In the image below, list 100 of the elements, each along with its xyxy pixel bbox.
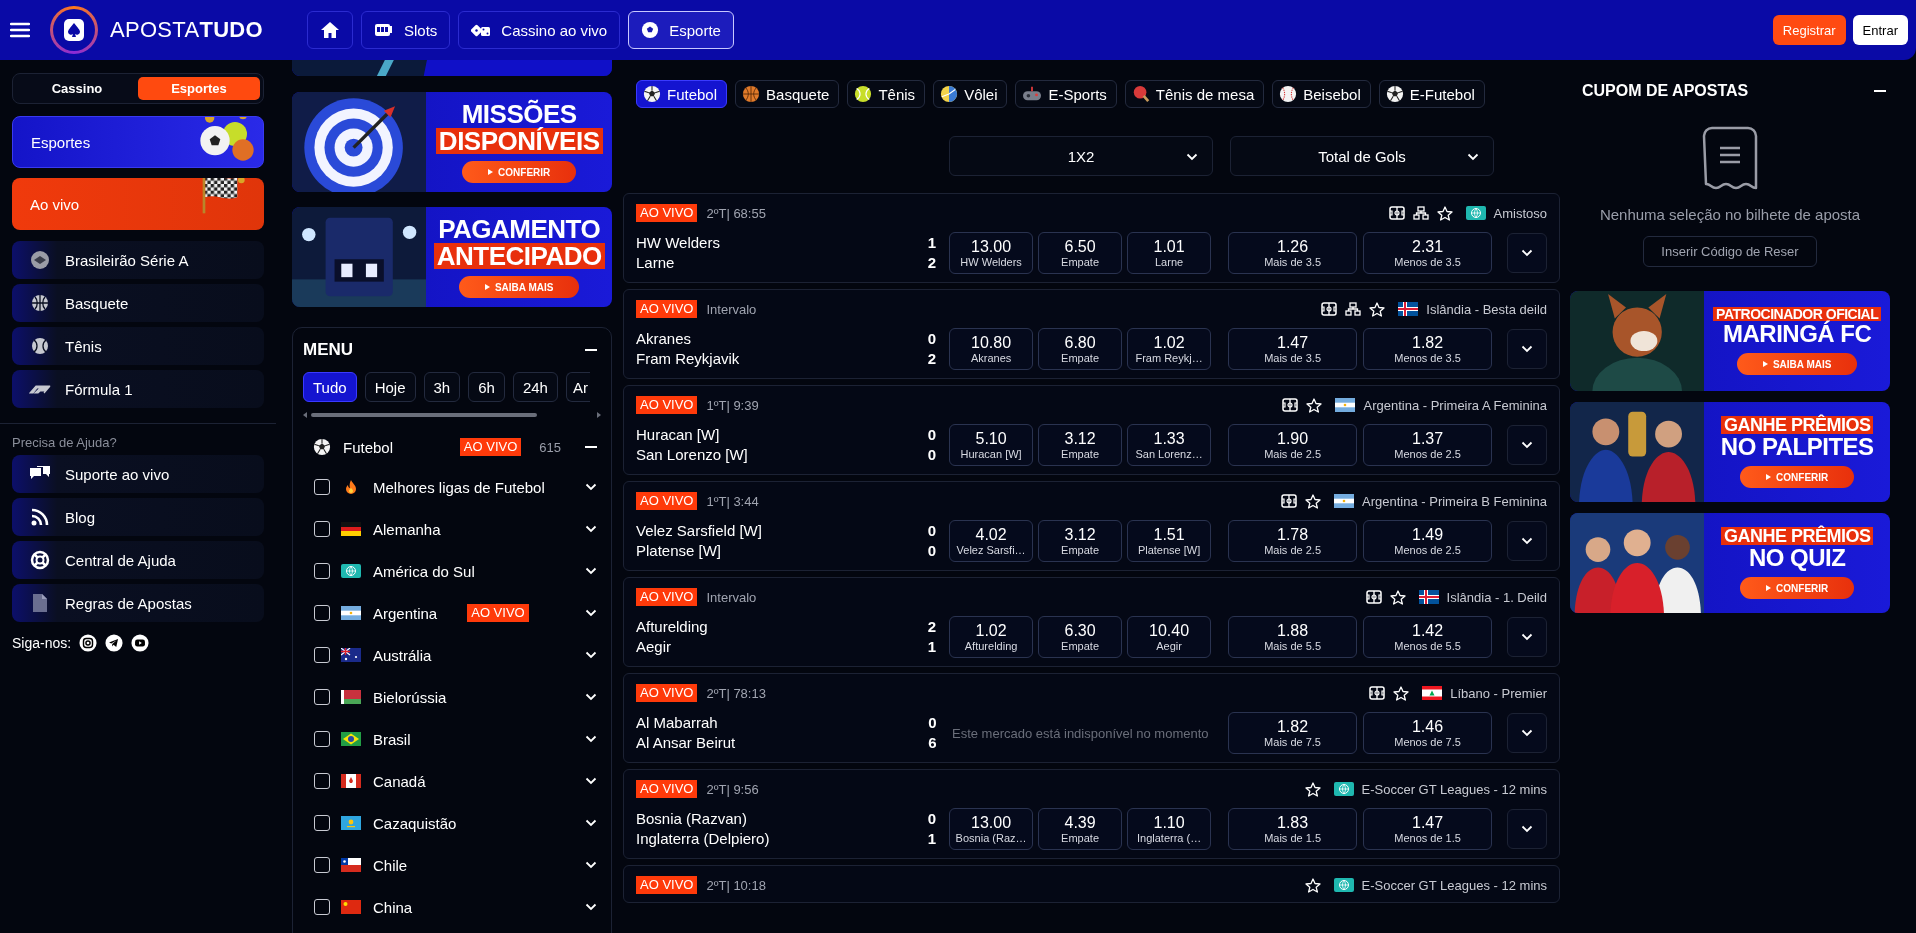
odds-button[interactable]: 2.31 Menos de 3.5 <box>1363 232 1493 274</box>
league-name[interactable]: Argentina - Primeira A Feminina <box>1363 397 1547 413</box>
sport-tab[interactable]: Basquete <box>735 80 840 108</box>
promo-banner[interactable]: GANHE PRÊMIOS NO QUIZ CONFERIR <box>1570 513 1890 613</box>
pitch-icon[interactable] <box>1282 397 1299 412</box>
pitch-icon[interactable] <box>1369 685 1386 700</box>
odds-button[interactable]: 6.50 Empate <box>1038 232 1123 274</box>
checkbox[interactable] <box>314 605 330 621</box>
sidebar-item[interactable]: Suporte ao vivo <box>12 455 264 493</box>
pitch-icon[interactable] <box>1321 301 1338 316</box>
odds-button[interactable]: 3.12 Empate <box>1038 424 1123 466</box>
sport-tab[interactable]: E-Sports <box>1015 80 1117 108</box>
odds-button[interactable]: 1.83 Mais de 1.5 <box>1228 808 1358 850</box>
odds-button[interactable]: 1.46 Menos de 7.5 <box>1363 712 1493 754</box>
event-card[interactable]: AO VIVO 1ºT| 3:44 Argentina - Primeira B Feminina Velez Sarsfield [W] 0 Platense [W] 0 4.02 Velez Sarsfi… 3.12 Empate 1.51 Platense [W] 1.78 Mais de 2.5 1.49 Menos de 2.5 <box>623 481 1560 571</box>
checkbox[interactable] <box>314 479 330 495</box>
star-icon[interactable] <box>1369 301 1386 317</box>
odds-button[interactable]: 1.88 Mais de 5.5 <box>1228 616 1358 658</box>
region-label[interactable]: Chile <box>373 856 408 874</box>
odds-button[interactable]: 1.10 Inglaterra (… <box>1127 808 1212 850</box>
pitch-icon[interactable] <box>1388 205 1405 220</box>
checkbox[interactable] <box>314 563 330 579</box>
nav-tab[interactable]: Cassino ao vivo <box>458 11 621 49</box>
nav-tab[interactable] <box>306 11 353 49</box>
filter-chip[interactable]: Hoje <box>364 372 416 402</box>
scrollbar[interactable] <box>303 412 601 418</box>
filter-chip[interactable]: 3h <box>423 372 461 402</box>
sport-tab[interactable]: Tênis <box>847 80 926 108</box>
collapse-icon[interactable] <box>1874 89 1886 93</box>
league-name[interactable]: Amistoso <box>1493 205 1547 221</box>
code-input-field[interactable]: Inserir Código de Reser <box>1643 236 1817 267</box>
event-card[interactable]: AO VIVO 2ºT| 9:56 E-Soccer GT Leagues - 12 mins Bosnia (Razvan) 0 Inglaterra (Delpiero) 1 13.00 Bosnia (Raz… 4.39 Empate 1.10 Inglaterra (… 1.83 Mais de 1.5 1.47 Menos de 1.5 <box>623 769 1560 859</box>
checkbox[interactable] <box>314 899 330 915</box>
region-label[interactable]: Canadá <box>373 772 426 790</box>
menu-icon[interactable] <box>10 22 30 38</box>
market-dropdown[interactable]: 1X2 <box>949 136 1213 176</box>
odds-button[interactable]: 6.80 Empate <box>1038 328 1123 370</box>
odds-button[interactable]: 10.40 Aegir <box>1127 616 1212 658</box>
sidebar-item[interactable]: Fórmula 1 <box>12 370 264 408</box>
odds-button[interactable]: 6.30 Empate <box>1038 616 1123 658</box>
banner-button[interactable]: SAIBA MAIS <box>1736 353 1858 375</box>
nav-tab[interactable]: Esporte <box>628 11 734 49</box>
banner-button[interactable]: CONFERIR <box>1740 466 1855 488</box>
league-name[interactable]: Islândia - Besta deild <box>1426 301 1547 317</box>
region-label[interactable]: Cazaquistão <box>373 814 457 832</box>
region-label[interactable]: Bielorússia <box>373 688 447 706</box>
sidebar-item[interactable]: Blog <box>12 498 264 536</box>
sidebar-item[interactable]: Central de Ajuda <box>12 541 264 579</box>
promo-banner[interactable]: GANHE PRÊMIOS NO PALPITES CONFERIR <box>1570 402 1890 502</box>
checkbox[interactable] <box>314 815 330 831</box>
event-card[interactable]: AO VIVO Intervalo Islândia - 1. Deild Afturelding 2 Aegir 1 1.02 Afturelding 6.30 Empate 10.40 Aegir 1.88 Mais de 5.5 1.42 Menos de 5.5 <box>623 577 1560 667</box>
promo-banner[interactable]: PAGAMENTO ANTECIPADO SAIBA MAIS <box>292 207 612 307</box>
odds-button[interactable]: 4.02 Velez Sarsfi… <box>949 520 1034 562</box>
banner-button[interactable]: CONFERIR <box>462 161 577 183</box>
sidebar-item[interactable]: Brasileirão Série A <box>12 241 264 279</box>
banner-button[interactable]: SAIBA MAIS <box>458 276 580 298</box>
sport-tab[interactable]: Vôlei <box>933 80 1008 108</box>
bracket-icon[interactable] <box>1345 301 1362 316</box>
banner-button[interactable]: CONFERIR <box>1740 577 1855 599</box>
league-name[interactable]: Líbano - Premier <box>1450 685 1547 701</box>
odds-button[interactable]: 10.80 Akranes <box>949 328 1034 370</box>
filter-chip[interactable]: 24h <box>512 372 558 402</box>
odds-button[interactable]: 1.82 Menos de 3.5 <box>1363 328 1493 370</box>
checkbox[interactable] <box>314 857 330 873</box>
odds-button[interactable]: 1.82 Mais de 7.5 <box>1228 712 1358 754</box>
odds-button[interactable]: 3.12 Empate <box>1038 520 1123 562</box>
odds-button[interactable]: 1.49 Menos de 2.5 <box>1363 520 1493 562</box>
checkbox[interactable] <box>314 647 330 663</box>
nav-tab[interactable]: Slots <box>360 11 451 49</box>
star-icon[interactable] <box>1305 493 1322 509</box>
star-icon[interactable] <box>1304 781 1321 797</box>
video-play-icon[interactable] <box>131 634 150 652</box>
market-dropdown[interactable]: Total de Gols <box>1230 136 1494 176</box>
event-card[interactable]: AO VIVO 2ºT| 68:55 Amistoso HW Welders 1 Larne 2 13.00 HW Welders 6.50 Empate 1.01 Larne 1.26 Mais de 3.5 2.31 Menos de 3.5 <box>623 193 1560 283</box>
collapse-icon[interactable] <box>585 348 597 352</box>
promo-banner[interactable]: MISSÕES DISPONÍVEIS CONFERIR <box>292 92 612 192</box>
odds-button[interactable]: 1.01 Larne <box>1127 232 1212 274</box>
sport-tab[interactable]: Beisebol <box>1272 80 1371 108</box>
region-label[interactable]: Brasil <box>373 730 411 748</box>
collapse-icon[interactable] <box>585 445 597 449</box>
sport-tab[interactable]: Tênis de mesa <box>1124 80 1265 108</box>
filter-chip[interactable]: Tudo <box>303 372 357 402</box>
logo-wordmark[interactable]: APOSTATUDO <box>110 17 263 43</box>
bracket-icon[interactable] <box>1412 205 1429 220</box>
odds-button[interactable]: 13.00 HW Welders <box>949 232 1034 274</box>
login-button[interactable]: Entrar <box>1852 15 1908 45</box>
odds-button[interactable]: 1.47 Mais de 3.5 <box>1228 328 1358 370</box>
region-label[interactable]: Argentina <box>373 604 438 622</box>
pitch-icon[interactable] <box>1281 493 1298 508</box>
tab[interactable]: Cassino <box>16 77 138 100</box>
odds-button[interactable]: 1.51 Platense [W] <box>1127 520 1212 562</box>
region-label[interactable]: Austrália <box>373 646 432 664</box>
paper-plane-icon[interactable] <box>105 634 124 652</box>
odds-button[interactable]: 5.10 Huracan [W] <box>949 424 1034 466</box>
event-card[interactable]: AO VIVO 1ºT| 9:39 Argentina - Primeira A Feminina Huracan [W] 0 San Lorenzo [W] 0 5.10 Huracan [W] 3.12 Empate 1.33 San Lorenz… 1.90 Mais de 2.5 1.37 Menos de 2.5 <box>623 385 1560 475</box>
sport-tab[interactable]: E-Futebol <box>1378 80 1485 108</box>
filter-chip[interactable]: Ar <box>565 372 590 402</box>
sidebar-item[interactable]: Regras de Apostas <box>12 584 264 622</box>
odds-button[interactable]: 1.02 Afturelding <box>949 616 1034 658</box>
odds-button[interactable]: 1.47 Menos de 1.5 <box>1363 808 1493 850</box>
